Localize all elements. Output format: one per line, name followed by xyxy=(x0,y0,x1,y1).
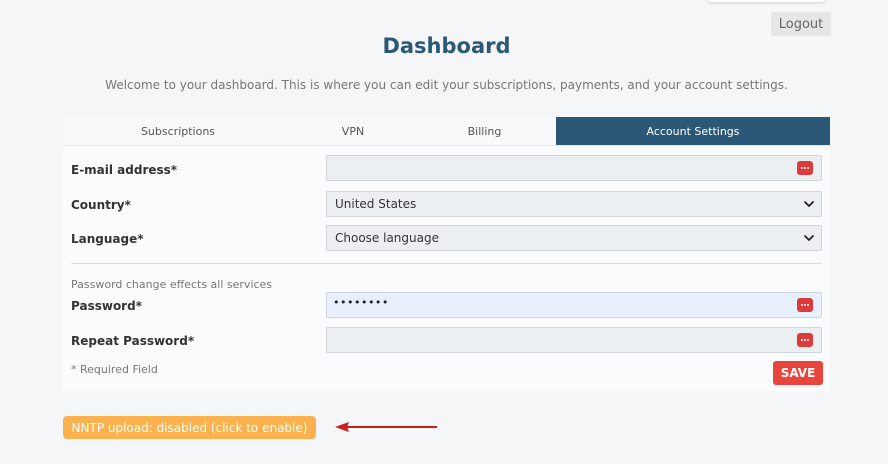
password-field[interactable]: •••••••• xyxy=(326,292,822,318)
nntp-upload-toggle-button[interactable]: NNTP upload: disabled (click to enable) xyxy=(63,416,316,439)
dashboard-tabs: Subscriptions VPN Billing Account Settin… xyxy=(63,117,830,145)
page-subtitle: Welcome to your dashboard. This is where… xyxy=(105,78,788,92)
password-value: •••••••• xyxy=(333,296,389,309)
required-field-note: * Required Field xyxy=(71,363,158,376)
tab-subscriptions[interactable]: Subscriptions xyxy=(63,117,293,145)
section-divider xyxy=(71,263,822,264)
chevron-down-icon xyxy=(804,235,814,241)
country-value: United States xyxy=(335,197,417,211)
page-title: Dashboard xyxy=(382,34,511,58)
tab-vpn[interactable]: VPN xyxy=(293,117,413,145)
password-manager-key-icon[interactable] xyxy=(797,333,813,347)
email-field[interactable] xyxy=(326,155,822,181)
country-label: Country* xyxy=(71,198,131,212)
language-label: Language* xyxy=(71,232,144,246)
repeat-password-label: Repeat Password* xyxy=(71,334,195,348)
red-arrow-icon xyxy=(335,422,437,432)
save-button[interactable]: SAVE xyxy=(773,361,823,385)
top-tab-edge xyxy=(706,0,826,2)
tab-account-settings[interactable]: Account Settings xyxy=(556,117,830,145)
password-manager-key-icon[interactable] xyxy=(797,298,813,312)
tab-billing[interactable]: Billing xyxy=(413,117,556,145)
chevron-down-icon xyxy=(804,201,814,207)
password-hint: Password change effects all services xyxy=(71,278,273,291)
language-value: Choose language xyxy=(335,231,439,245)
password-manager-key-icon[interactable] xyxy=(797,161,813,175)
logout-button[interactable]: Logout xyxy=(771,12,831,36)
language-select[interactable]: Choose language xyxy=(326,225,822,251)
repeat-password-field[interactable] xyxy=(326,327,822,353)
account-settings-panel: E-mail address* Country* United States L… xyxy=(63,145,830,391)
password-label: Password* xyxy=(71,299,142,313)
country-select[interactable]: United States xyxy=(326,191,822,217)
email-label: E-mail address* xyxy=(71,163,178,177)
